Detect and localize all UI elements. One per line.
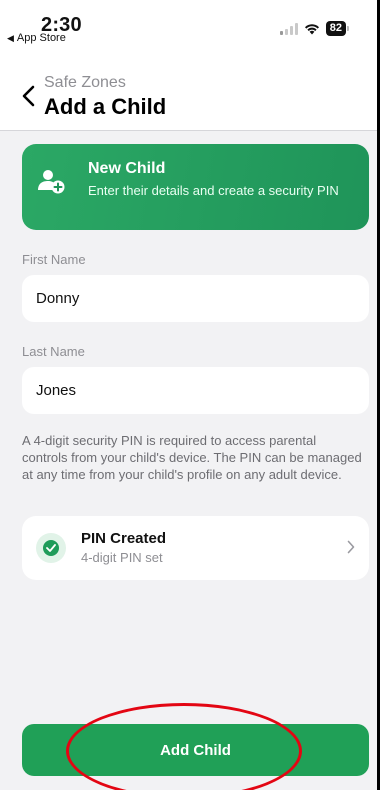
pin-status-subtitle: 4-digit PIN set: [81, 550, 163, 565]
back-app-label: App Store: [16, 32, 66, 44]
last-name-field[interactable]: [22, 367, 369, 414]
battery-icon: 82: [325, 21, 350, 36]
back-triangle-icon: ◀: [7, 33, 14, 43]
add-person-icon: [38, 170, 65, 194]
pin-status-title: PIN Created: [81, 530, 167, 547]
header-divider: [0, 130, 380, 131]
battery-level: 82: [329, 22, 342, 34]
first-name-label: First Name: [22, 252, 86, 267]
first-name-field[interactable]: [22, 275, 369, 322]
chevron-left-icon[interactable]: [20, 84, 38, 108]
chevron-right-icon: [347, 540, 355, 554]
pin-created-row[interactable]: PIN Created 4-digit PIN set: [22, 516, 369, 580]
pin-info-text: A 4-digit security PIN is required to ac…: [22, 433, 362, 482]
wifi-icon: [304, 23, 319, 34]
app-screen: 2:30 ◀ App Store 82 Safe Zones Add a Chil…: [0, 0, 380, 790]
check-circle-icon: [36, 533, 66, 563]
page-title: Add a Child: [44, 94, 167, 119]
cellular-signal-icon: [279, 22, 298, 35]
back-to-app-store-link[interactable]: ◀ App Store: [7, 32, 66, 44]
new-child-banner: New Child Enter their details and create…: [22, 144, 369, 230]
status-icons: 82: [279, 21, 350, 36]
last-name-label: Last Name: [22, 344, 85, 359]
parent-screen-title: Safe Zones: [44, 74, 126, 91]
banner-description: Enter their details and create a securit…: [88, 183, 339, 198]
banner-title: New Child: [88, 160, 166, 177]
add-child-button[interactable]: Add Child: [22, 724, 369, 776]
